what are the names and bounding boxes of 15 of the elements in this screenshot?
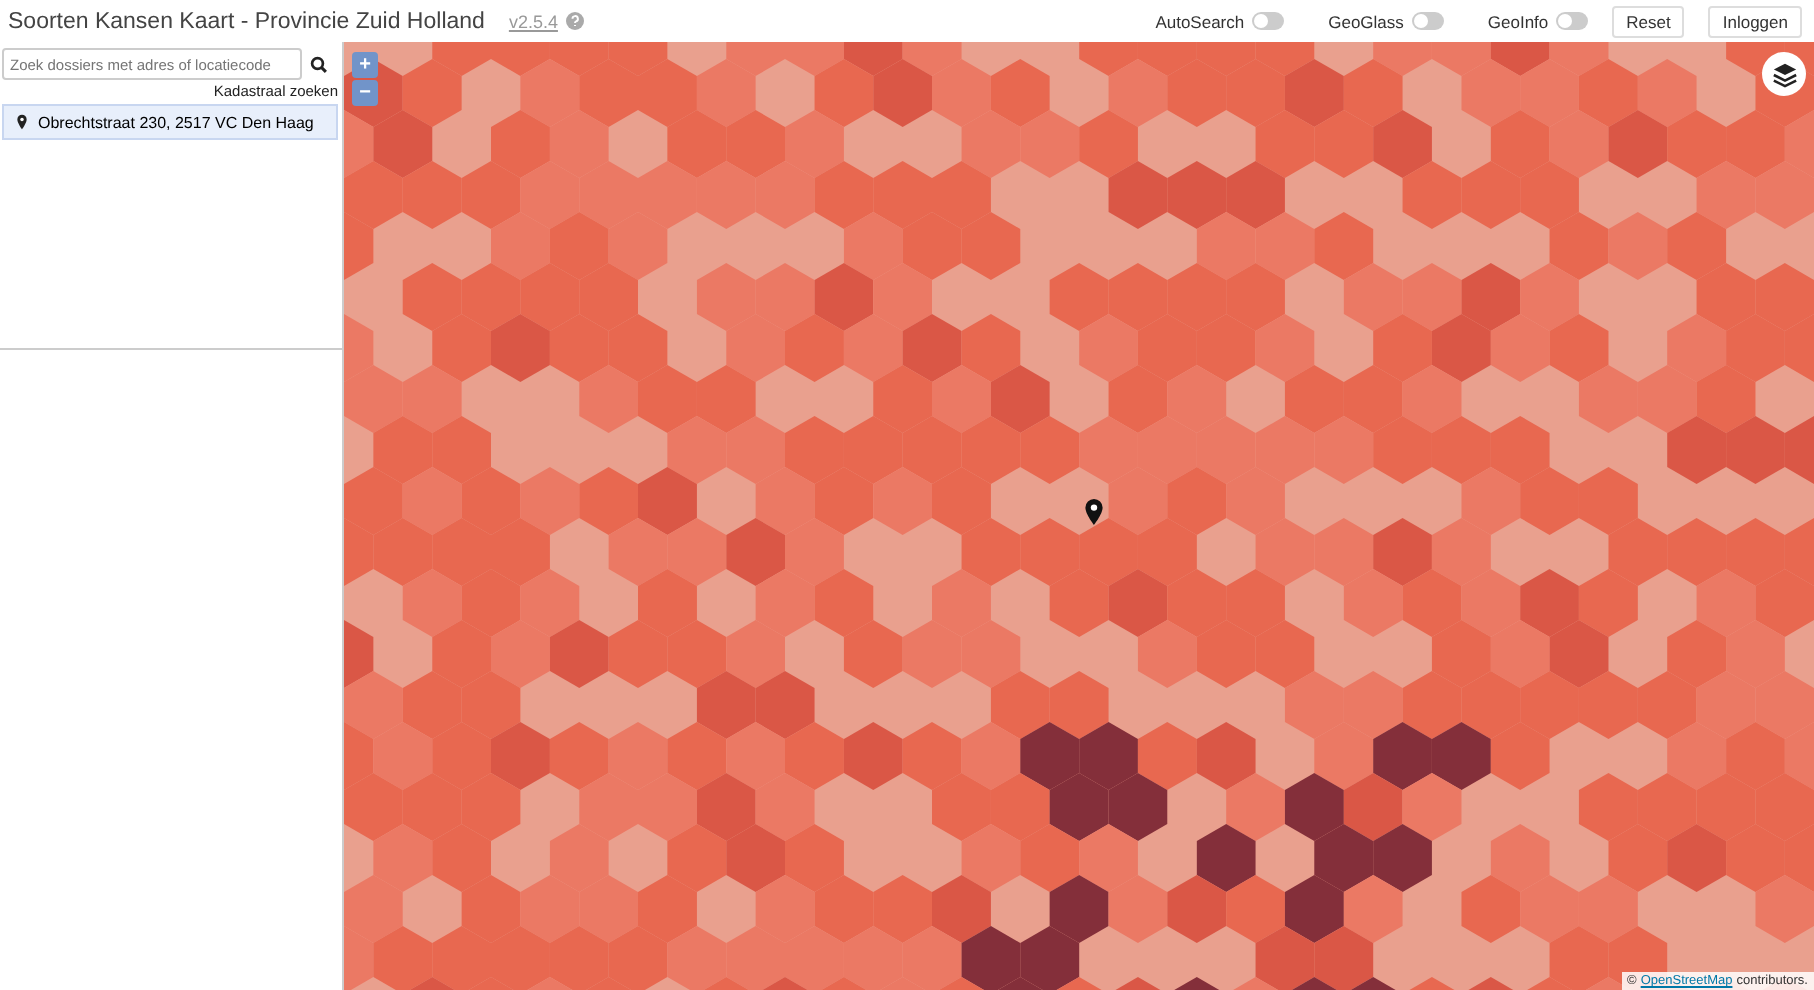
header-button[interactable]: Inloggen (1708, 5, 1802, 37)
toggle-switch[interactable] (1252, 12, 1285, 30)
help-icon[interactable] (565, 12, 584, 30)
toggle-label: AutoSearch (1155, 11, 1245, 31)
toggle-label: GeoInfo (1487, 11, 1549, 31)
toggle-label: GeoGlass (1328, 11, 1404, 31)
search-result-item[interactable]: Obrechtstraat 230, 2517 VC Den Haag (2, 104, 338, 140)
location-pin-icon (16, 114, 28, 130)
toggle-switch[interactable] (1556, 12, 1589, 30)
map-marker-icon (1084, 498, 1104, 526)
app-title: Soorten Kansen Kaart - Provincie Zuid Holland (8, 9, 485, 33)
toggle-switch[interactable] (1411, 12, 1444, 30)
layers-icon[interactable] (1771, 61, 1797, 87)
header-button[interactable]: Reset (1612, 5, 1685, 37)
search-icon[interactable] (310, 55, 328, 73)
